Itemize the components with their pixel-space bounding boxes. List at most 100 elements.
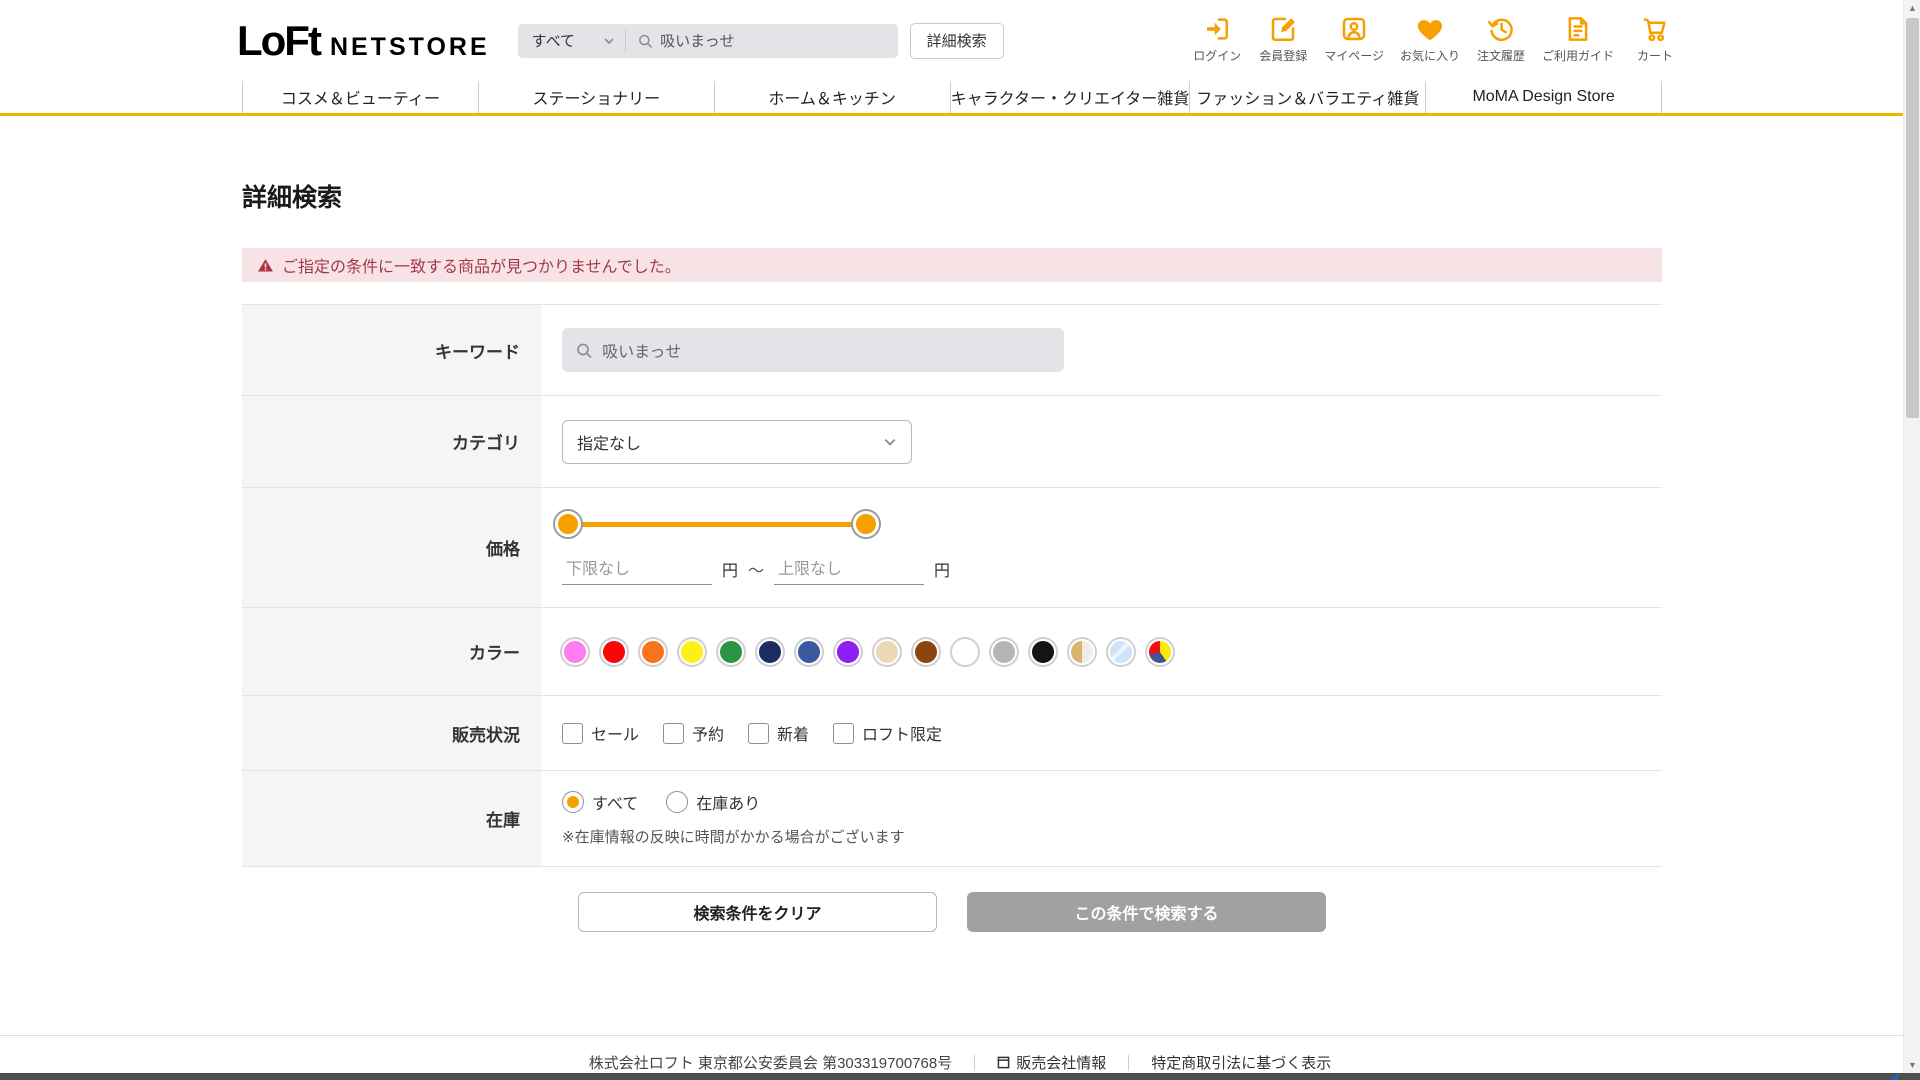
checkbox-sale[interactable]: セール xyxy=(562,721,639,745)
color-swatch-yellow[interactable] xyxy=(679,638,705,665)
browser-viewport: LoFt NETSTORE すべて 詳細検索 ログイン 会員登録 xyxy=(0,0,1920,1080)
scroll-down-arrow[interactable]: ▼ xyxy=(1904,1057,1920,1073)
color-swatch-orange[interactable] xyxy=(640,638,666,665)
login-label: ログイン xyxy=(1193,49,1242,63)
logo-netstore-text: NETSTORE xyxy=(329,32,490,61)
keyword-input[interactable] xyxy=(602,341,1050,359)
cart-icon xyxy=(1643,18,1666,42)
clear-conditions-button[interactable]: 検索条件をクリア xyxy=(578,892,937,932)
color-swatch-gray[interactable] xyxy=(991,638,1017,665)
search-category-select[interactable]: すべて xyxy=(518,24,625,58)
category-row-label: カテゴリ xyxy=(242,396,542,487)
error-message: ご指定の条件に一致する商品が見つかりませんでした。 xyxy=(282,259,681,276)
color-swatch-green[interactable] xyxy=(718,638,744,665)
header-search-input[interactable] xyxy=(660,32,886,49)
price-min-input[interactable] xyxy=(562,558,712,585)
radio-all[interactable]: すべて xyxy=(562,790,638,814)
color-swatch-pink[interactable] xyxy=(562,638,588,665)
nav-item-stationery[interactable]: ステーショナリー xyxy=(477,81,714,113)
slider-handle-max[interactable] xyxy=(853,510,879,537)
mypage-icon xyxy=(1342,17,1366,41)
nav-item-home-kitchen[interactable]: ホーム＆キッチン xyxy=(713,81,950,113)
slider-track xyxy=(567,521,867,527)
login-icon xyxy=(1207,18,1229,40)
loft-logo[interactable]: LoFt NETSTORE xyxy=(237,17,490,65)
form-row-color: カラー xyxy=(242,608,1662,696)
category-select[interactable]: 指定なし xyxy=(562,419,912,464)
site-header: LoFt NETSTORE すべて 詳細検索 ログイン 会員登録 xyxy=(0,0,1920,81)
header-search-field[interactable] xyxy=(626,32,898,49)
vertical-scrollbar[interactable]: ▲ ▼ xyxy=(1903,0,1920,1073)
guide-icon xyxy=(1568,17,1588,41)
scroll-up-arrow[interactable]: ▲ xyxy=(1904,0,1920,16)
price-row-label: 価格 xyxy=(242,488,542,607)
color-swatch-red[interactable] xyxy=(601,638,627,665)
cart-label: カート xyxy=(1636,49,1673,63)
keyword-row-label: キーワード xyxy=(242,305,542,395)
stock-note: ※在庫情報の反映に時間がかかる場合がございます xyxy=(562,829,905,846)
color-swatch-navy[interactable] xyxy=(757,638,783,665)
color-row-label: カラー xyxy=(242,608,542,695)
nav-item-cosme[interactable]: コスメ＆ビューティー xyxy=(242,81,478,113)
register-button[interactable]: 会員登録 xyxy=(1258,14,1308,64)
radio-icon[interactable] xyxy=(666,791,689,813)
checkbox-icon[interactable] xyxy=(663,722,685,744)
register-label: 会員登録 xyxy=(1259,49,1308,63)
favorite-icon xyxy=(1417,20,1443,41)
detail-search-button[interactable]: 詳細検索 xyxy=(909,22,1004,59)
warning-icon xyxy=(258,258,273,272)
order-history-button[interactable]: 注文履歴 xyxy=(1476,14,1526,64)
nav-item-character[interactable]: キャラクター・クリエイター雑貨 xyxy=(949,81,1189,113)
order-history-label: 注文履歴 xyxy=(1476,49,1525,63)
mypage-button[interactable]: マイページ xyxy=(1324,14,1384,64)
search-with-conditions-button[interactable]: この条件で検索する xyxy=(967,892,1326,932)
search-icon xyxy=(638,34,652,48)
status-checkbox-group: セール 予約 新着 ロフト限定 xyxy=(562,721,942,745)
color-swatch-multicolor[interactable] xyxy=(1147,638,1173,665)
slider-handle-min[interactable] xyxy=(555,510,581,537)
window-bottom-bar xyxy=(0,1073,1920,1080)
price-max-input[interactable] xyxy=(774,558,925,585)
color-swatch-gold-silver[interactable] xyxy=(1069,638,1095,665)
form-row-stock: 在庫 すべて 在庫あり ※在庫情報の反映に時間がかかる場合がございます xyxy=(242,771,1662,867)
color-swatch-beige[interactable] xyxy=(874,638,900,665)
color-swatch-brown[interactable] xyxy=(913,638,939,665)
checkbox-new[interactable]: 新着 xyxy=(748,721,809,745)
checkbox-icon[interactable] xyxy=(833,722,855,744)
scrollbar-thumb[interactable] xyxy=(1906,18,1919,418)
stock-radio-group: すべて 在庫あり xyxy=(562,790,905,814)
color-swatch-blue[interactable] xyxy=(796,638,822,665)
checkbox-icon[interactable] xyxy=(748,722,770,744)
page-title: 詳細検索 xyxy=(242,184,343,212)
keyword-input-wrap[interactable] xyxy=(562,328,1064,372)
guide-button[interactable]: ご利用ガイド xyxy=(1542,14,1614,64)
yen-label: 円 xyxy=(934,562,951,580)
checkbox-reserve[interactable]: 予約 xyxy=(663,721,724,745)
footer-link-company-info[interactable]: 販売会社情報 xyxy=(975,1052,1128,1073)
register-icon xyxy=(1271,17,1296,41)
category-select-value: 指定なし xyxy=(577,435,642,453)
color-swatch-purple[interactable] xyxy=(835,638,861,665)
color-swatch-white[interactable] xyxy=(952,638,978,665)
favorites-label: お気に入り xyxy=(1399,49,1460,63)
login-button[interactable]: ログイン xyxy=(1192,14,1242,64)
checkbox-loft-limited[interactable]: ロフト限定 xyxy=(833,721,942,745)
color-swatch-clear[interactable] xyxy=(1108,638,1134,665)
radio-in-stock[interactable]: 在庫あり xyxy=(666,790,760,814)
chevron-down-icon xyxy=(884,438,896,446)
resize-corner-icon xyxy=(1889,1073,1898,1080)
favorites-button[interactable]: お気に入り xyxy=(1400,14,1460,64)
radio-all-label: すべて xyxy=(592,796,639,813)
footer-link-tokushoho[interactable]: 特定商取引法に基づく表示 xyxy=(1129,1052,1353,1073)
nav-item-moma[interactable]: MoMA Design Store xyxy=(1425,81,1663,113)
checkbox-loft-limited-label: ロフト限定 xyxy=(862,727,943,744)
radio-icon-selected[interactable] xyxy=(562,791,584,813)
cart-button[interactable]: カート xyxy=(1630,14,1680,64)
header-search-bar: すべて xyxy=(517,23,898,58)
color-swatch-black[interactable] xyxy=(1030,638,1056,665)
checkbox-icon[interactable] xyxy=(562,722,583,744)
logo-loft-text: LoFt xyxy=(237,16,322,64)
nav-item-fashion[interactable]: ファッション＆バラエティ雑貨 xyxy=(1189,81,1425,113)
price-range-slider[interactable] xyxy=(555,510,879,537)
yen-label: 円 xyxy=(722,562,739,580)
